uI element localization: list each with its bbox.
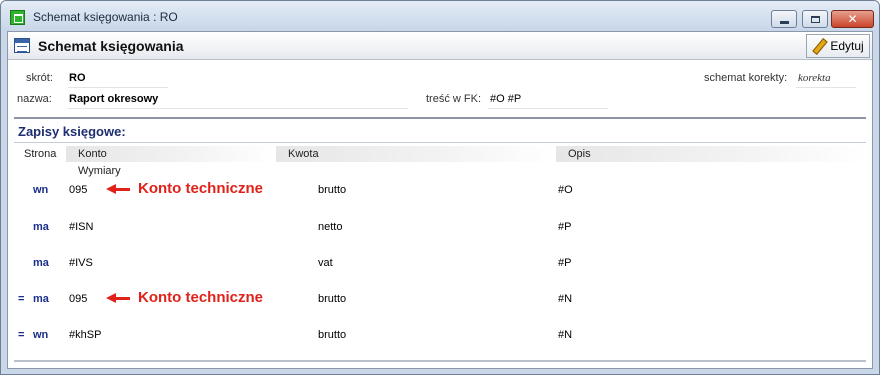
row-strona: ma <box>33 257 49 269</box>
maximize-button[interactable] <box>802 10 828 28</box>
section-title: Zapisy księgowe: <box>18 124 126 139</box>
arrow-left-icon <box>106 183 130 194</box>
korekta-value: korekta <box>798 72 831 84</box>
row-prefix: = <box>18 329 25 341</box>
window-title: Schemat księgowania : RO <box>33 10 178 24</box>
korekta-underline <box>796 87 856 88</box>
skrot-label: skrót: <box>26 72 53 84</box>
row-kwota: brutto <box>318 184 347 196</box>
tresc-label: treść w FK: <box>426 93 482 105</box>
row-kwota: vat <box>318 257 333 269</box>
row-strona: ma <box>33 221 49 233</box>
info-panel: skrót: RO nazwa: Raport okresowy treść w… <box>8 66 872 116</box>
row-prefix: = <box>18 293 25 305</box>
column-header-strona: Strona <box>24 148 57 160</box>
close-icon: ✕ <box>847 12 858 26</box>
app-icon <box>10 10 25 25</box>
row-kwota: brutto <box>318 293 347 305</box>
row-annotation: Konto techniczne <box>106 289 263 306</box>
row-konto: 095 <box>69 293 88 305</box>
pencil-icon <box>812 39 826 53</box>
table-row[interactable]: ma #IVS vat #P <box>8 257 872 277</box>
row-strona: wn <box>33 329 49 341</box>
tresc-value: #O #P <box>490 93 522 105</box>
row-opis: #N <box>558 293 573 305</box>
title-bar[interactable]: Schemat księgowania : RO ✕ <box>1 1 879 31</box>
minimize-button[interactable] <box>771 10 797 28</box>
skrot-underline <box>68 87 168 88</box>
arrow-left-icon <box>106 292 130 303</box>
row-kwota: netto <box>318 221 343 233</box>
column-header-opis: Opis <box>556 146 866 162</box>
window: Schemat księgowania : RO ✕ Schemat księg… <box>0 0 880 375</box>
divider <box>14 117 866 119</box>
korekta-label: schemat korekty: <box>704 72 788 84</box>
nazwa-label: nazwa: <box>17 93 52 105</box>
close-button[interactable]: ✕ <box>831 10 874 28</box>
client-area: Schemat księgowania Edytuj skrót: RO naz… <box>7 31 873 369</box>
row-opis: #O <box>558 184 573 196</box>
section-divider <box>14 142 866 143</box>
tresc-underline <box>488 108 608 109</box>
annotation-text: Konto techniczne <box>138 180 264 197</box>
header-bar: Schemat księgowania Edytuj <box>8 32 872 60</box>
page-title: Schemat księgowania <box>38 38 184 54</box>
edit-button[interactable]: Edytuj <box>806 34 870 58</box>
column-header-kwota: Kwota <box>276 146 556 162</box>
row-konto: #IVS <box>69 257 93 269</box>
row-opis: #P <box>558 221 572 233</box>
skrot-value: RO <box>69 72 86 84</box>
table-row[interactable]: = ma 095 Konto techniczne brutto #N <box>8 289 872 313</box>
row-konto: #khSP <box>69 329 102 341</box>
table-row[interactable]: ma #ISN netto #P <box>8 221 872 241</box>
table-row[interactable]: = wn #khSP brutto #N <box>8 329 872 349</box>
row-annotation: Konto techniczne <box>106 180 263 197</box>
row-strona: ma <box>33 293 49 305</box>
row-strona: wn <box>33 184 49 196</box>
row-opis: #P <box>558 257 572 269</box>
nazwa-value: Raport okresowy <box>69 93 159 105</box>
edit-label: Edytuj <box>830 39 864 53</box>
column-header-wymiary: Wymiary <box>78 165 121 177</box>
minimize-icon <box>779 20 789 24</box>
annotation-text: Konto techniczne <box>138 289 264 306</box>
table-row[interactable]: wn 095 Konto techniczne brutto #O <box>8 180 872 204</box>
row-opis: #N <box>558 329 573 341</box>
column-header-konto: Konto <box>66 146 276 162</box>
row-kwota: brutto <box>318 329 347 341</box>
maximize-icon <box>810 15 820 23</box>
nazwa-underline <box>68 108 408 109</box>
bottom-divider <box>14 360 866 362</box>
row-konto: #ISN <box>69 221 94 233</box>
row-konto: 095 <box>69 184 88 196</box>
schema-icon <box>14 38 30 53</box>
